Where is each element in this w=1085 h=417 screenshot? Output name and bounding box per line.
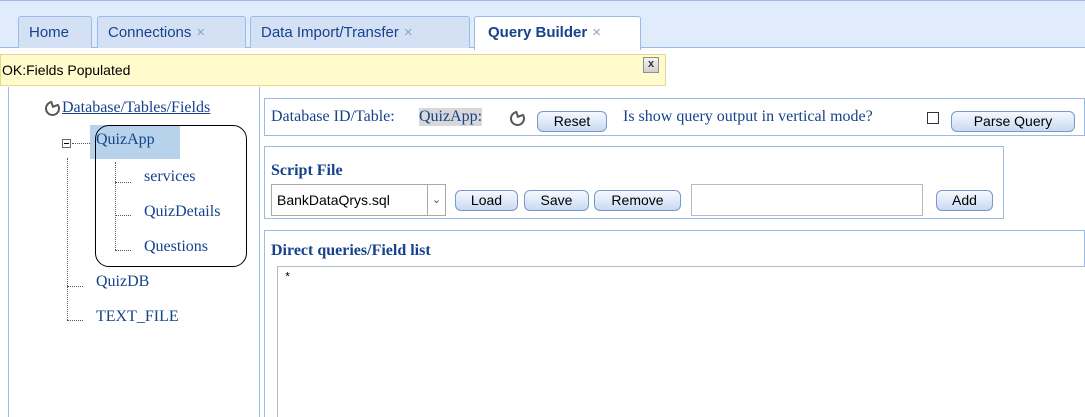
- tab-bar: Home Connections × Data Import/Transfer × …: [0, 0, 1085, 50]
- collapse-icon[interactable]: [62, 139, 71, 148]
- tree-root-link[interactable]: Database/Tables/Fields: [62, 99, 210, 117]
- tab-query-builder[interactable]: Query Builder ×: [474, 16, 641, 50]
- tab-data-import-close-icon[interactable]: ×: [404, 24, 413, 41]
- tree-connector: [67, 320, 83, 321]
- tab-data-import[interactable]: Data Import/Transfer ×: [250, 16, 470, 48]
- vertical-mode-checkbox[interactable]: [927, 112, 939, 124]
- load-button[interactable]: Load: [455, 190, 518, 211]
- tree-node-quizdetails[interactable]: QuizDetails: [144, 203, 220, 221]
- script-file-select[interactable]: BankDataQrys.sql ⌄: [271, 184, 446, 216]
- save-button[interactable]: Save: [524, 190, 589, 211]
- direct-queries-title: Direct queries/Field list: [271, 242, 431, 259]
- tree-connector: [115, 215, 131, 216]
- tab-home-label: Home: [29, 24, 70, 41]
- tab-home[interactable]: Home: [18, 16, 92, 48]
- reset-button[interactable]: Reset: [537, 111, 607, 132]
- tree-node-text-file[interactable]: TEXT_FILE: [96, 308, 179, 326]
- tree-node-quizapp[interactable]: QuizApp: [96, 131, 155, 149]
- new-script-name-input[interactable]: [691, 184, 923, 216]
- db-refresh-icon[interactable]: [510, 111, 525, 126]
- tab-data-import-label: Data Import/Transfer: [261, 24, 399, 41]
- status-text: OK:Fields Populated: [2, 62, 131, 78]
- script-file-title: Script File: [271, 162, 343, 179]
- tree-node-services[interactable]: services: [144, 168, 196, 186]
- tree-connector: [115, 250, 131, 251]
- db-label: Database ID/Table:: [271, 108, 395, 125]
- parse-query-button[interactable]: Parse Query: [951, 111, 1075, 132]
- tree-connector: [67, 158, 68, 320]
- tree-connector: [67, 286, 83, 287]
- db-value: QuizApp:: [419, 108, 483, 126]
- tab-query-builder-label: Query Builder: [488, 24, 588, 41]
- script-file-selected: BankDataQrys.sql: [277, 192, 390, 208]
- tab-connections-label: Connections: [108, 24, 192, 41]
- tree-node-quizdb[interactable]: QuizDB: [96, 273, 149, 291]
- remove-button[interactable]: Remove: [594, 190, 681, 211]
- tab-connections[interactable]: Connections ×: [97, 16, 246, 48]
- tree-node-questions[interactable]: Questions: [144, 238, 208, 256]
- tree-connector: [115, 182, 131, 183]
- add-button[interactable]: Add: [936, 190, 993, 211]
- status-message: OK:Fields Populated x: [0, 54, 666, 86]
- vertical-mode-label: Is show query output in vertical mode?: [623, 108, 873, 125]
- chevron-down-icon[interactable]: ⌄: [427, 185, 445, 215]
- direct-queries-textarea[interactable]: *: [277, 266, 1085, 417]
- tab-connections-close-icon[interactable]: ×: [196, 24, 205, 41]
- status-close-icon[interactable]: x: [643, 57, 659, 73]
- tree-refresh-icon[interactable]: [45, 101, 60, 116]
- tab-query-builder-close-icon[interactable]: ×: [592, 24, 601, 41]
- tree-connector: [72, 143, 90, 144]
- tree-connector: [115, 162, 116, 250]
